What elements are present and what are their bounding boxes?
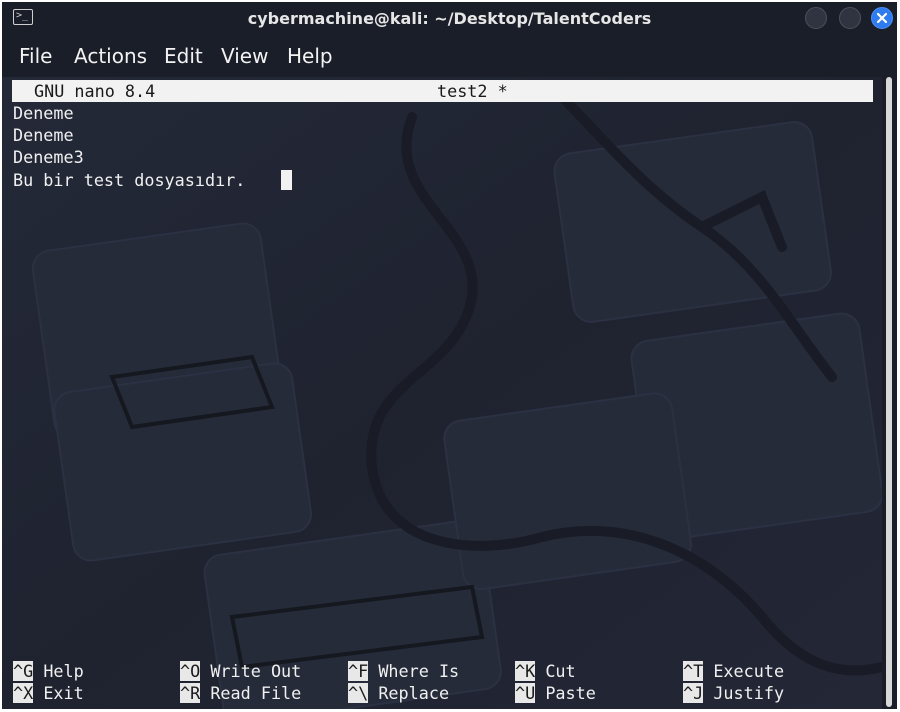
shortcut-key: ^U	[515, 683, 536, 703]
minimize-button[interactable]	[805, 7, 827, 29]
shortcut-key: ^X	[13, 683, 34, 703]
scrollbar[interactable]	[882, 77, 897, 709]
nano-filename: test2 *	[437, 81, 508, 101]
shortcut-cut[interactable]: ^K Cut	[515, 660, 576, 682]
shortcut-key: ^\	[348, 683, 369, 703]
menu-help[interactable]: Help	[287, 35, 333, 77]
terminal-area[interactable]: GNU nano 8.4 test2 * Deneme Deneme Denem…	[2, 77, 882, 709]
shortcut-label: Execute	[713, 661, 785, 681]
menu-bar: File Actions Edit View Help	[2, 35, 897, 77]
shortcut-key: ^G	[13, 661, 34, 681]
shortcut-label: Justify	[713, 683, 785, 703]
scrollbar-thumb[interactable]	[886, 77, 892, 707]
shortcut-key: ^R	[180, 683, 201, 703]
nano-version: GNU nano 8.4	[34, 81, 156, 101]
shortcut-exit[interactable]: ^X Exit	[13, 682, 84, 704]
shortcut-key: ^J	[683, 683, 704, 703]
text-cursor	[281, 170, 292, 190]
menu-file[interactable]: File	[19, 35, 52, 77]
shortcut-label: Exit	[43, 683, 84, 703]
nano-header-bar: GNU nano 8.4 test2 *	[12, 80, 873, 102]
menu-actions[interactable]: Actions	[74, 35, 147, 77]
editor-line-4[interactable]: Bu bir test dosyasıdır.	[13, 169, 255, 191]
shortcut-write-out[interactable]: ^O Write Out	[180, 660, 301, 682]
shortcut-label: Write Out	[210, 661, 302, 681]
editor-line-3[interactable]: Deneme3	[13, 146, 84, 168]
close-button[interactable]	[871, 7, 893, 29]
editor-line-2[interactable]: Deneme	[13, 124, 74, 146]
shortcut-label: Read File	[210, 683, 302, 703]
shortcut-label: Where Is	[378, 661, 460, 681]
shortcut-label: Cut	[545, 661, 576, 681]
close-icon	[876, 12, 888, 24]
shortcut-label: Paste	[545, 683, 596, 703]
shortcut-label: Replace	[378, 683, 450, 703]
shortcut-execute[interactable]: ^T Execute	[683, 660, 784, 682]
shortcut-replace[interactable]: ^\ Replace	[348, 682, 449, 704]
menu-view[interactable]: View	[221, 35, 268, 77]
shortcut-read-file[interactable]: ^R Read File	[180, 682, 301, 704]
terminal-window: >_ cybermachine@kali: ~/Desktop/TalentCo…	[2, 2, 897, 709]
shortcut-key: ^O	[180, 661, 201, 681]
editor-line-1[interactable]: Deneme	[13, 102, 74, 124]
shortcut-key: ^K	[515, 661, 536, 681]
shortcut-justify[interactable]: ^J Justify	[683, 682, 784, 704]
shortcut-help[interactable]: ^G Help	[13, 660, 84, 682]
shortcut-paste[interactable]: ^U Paste	[515, 682, 596, 704]
window-title: cybermachine@kali: ~/Desktop/TalentCoder…	[247, 9, 652, 28]
shortcut-key: ^F	[348, 661, 369, 681]
shortcut-where-is[interactable]: ^F Where Is	[348, 660, 459, 682]
shortcut-key: ^T	[683, 661, 704, 681]
title-bar[interactable]: >_ cybermachine@kali: ~/Desktop/TalentCo…	[2, 2, 897, 35]
maximize-button[interactable]	[839, 7, 861, 29]
menu-edit[interactable]: Edit	[164, 35, 203, 77]
shortcut-label: Help	[43, 661, 84, 681]
